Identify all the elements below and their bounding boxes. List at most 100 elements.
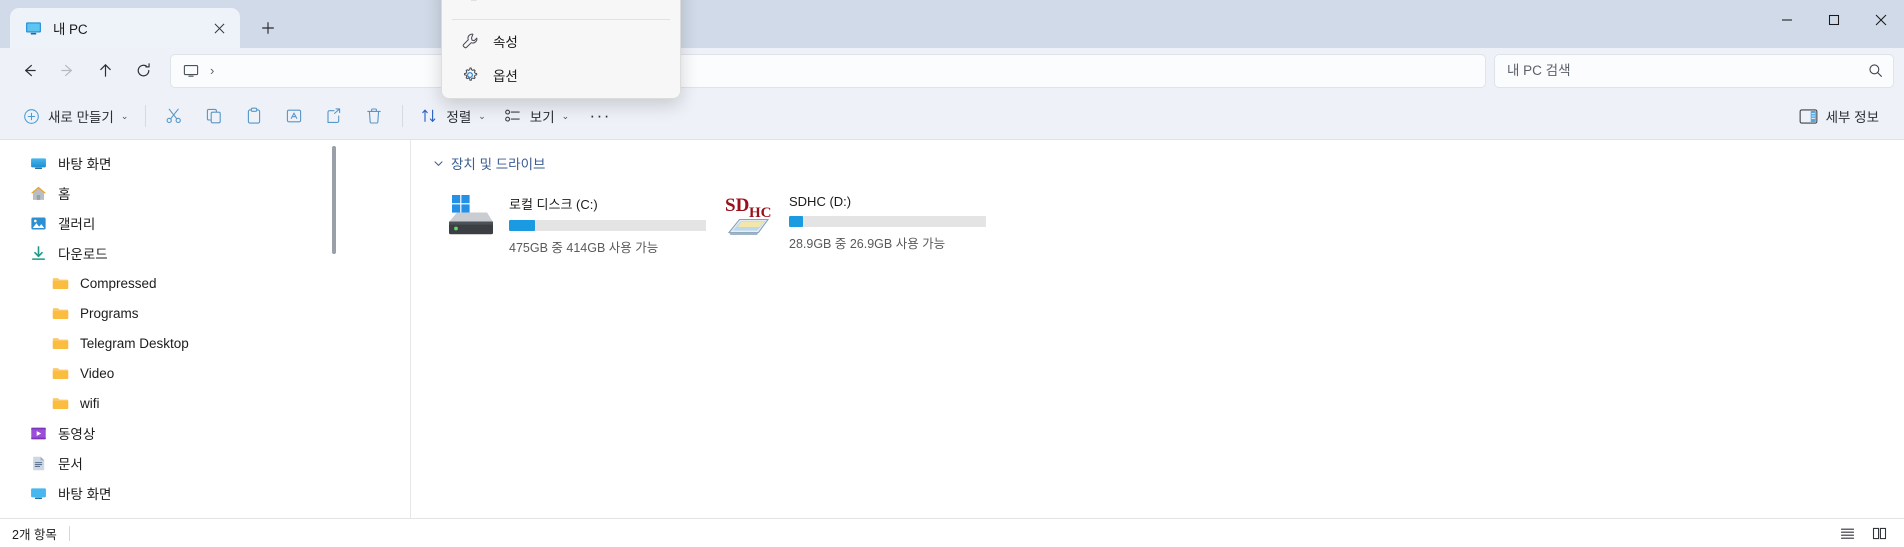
context-menu-divider <box>452 19 670 20</box>
breadcrumb-separator[interactable]: › <box>210 63 214 78</box>
sidebar-item-programs[interactable]: Programs <box>6 298 404 328</box>
drive-usage-meter <box>509 220 706 231</box>
paste-button[interactable] <box>234 100 274 133</box>
sidebar-item-gallery[interactable]: 갤러리 <box>6 208 404 238</box>
sidebar-item-wifi[interactable]: wifi <box>6 388 404 418</box>
breadcrumb-this-pc-icon[interactable] <box>181 61 201 81</box>
sidebar-item-home[interactable]: 홈 <box>6 178 404 208</box>
sort-button[interactable]: 정렬 ⌄ <box>411 100 494 133</box>
chevron-down-icon-sort: ⌄ <box>478 110 486 121</box>
partially-cut-icon <box>460 0 480 9</box>
chevron-down-icon-view: ⌄ <box>561 110 570 121</box>
cut-button[interactable] <box>154 100 194 133</box>
this-pc-icon <box>24 19 42 37</box>
up-button[interactable] <box>86 54 124 88</box>
gallery-icon <box>28 213 48 233</box>
navigation-bar: › <box>0 48 1904 93</box>
tab-label: 내 PC <box>53 22 88 37</box>
group-header-devices-and-drives[interactable]: 장치 및 드라이브 <box>425 150 1904 176</box>
drive-info-c: 로컬 디스크 (C:) 475GB 중 414GB 사용 가능 <box>509 192 707 256</box>
delete-button[interactable] <box>354 100 394 133</box>
sidebar-item-downloads[interactable]: 다운로드 <box>6 238 404 268</box>
sort-icon <box>420 107 438 125</box>
chevron-down-icon: ⌄ <box>120 110 129 121</box>
search-input[interactable] <box>1505 62 1868 79</box>
refresh-button[interactable] <box>124 54 162 88</box>
sidebar-item-documents[interactable]: 문서 <box>6 448 404 478</box>
sidebar-item-label: 바탕 화면 <box>58 157 112 172</box>
address-bar[interactable]: › <box>170 53 1486 88</box>
new-button[interactable]: 새로 만들기 ⌄ <box>14 100 137 133</box>
grid-view-icon[interactable] <box>1866 522 1892 544</box>
sidebar-item-compressed[interactable]: Compressed <box>6 268 404 298</box>
forward-button[interactable] <box>48 54 86 88</box>
explorer-body: 바탕 화면 홈 갤러리 다운로드 Compressed Programs Tel… <box>0 140 1904 518</box>
search-icon[interactable] <box>1868 63 1883 78</box>
see-more-button[interactable]: ··· <box>578 100 622 133</box>
minimize-button[interactable] <box>1763 0 1810 40</box>
context-menu-item-cutoff[interactable] <box>446 0 676 15</box>
wrench-icon <box>460 31 480 51</box>
tab-close-icon[interactable] <box>206 15 232 41</box>
sidebar-item-label: 바탕 화면 <box>58 487 112 502</box>
details-pane-button[interactable]: 세부 정보 <box>1788 100 1890 133</box>
rename-icon <box>285 107 303 125</box>
sidebar-item-telegram-desktop[interactable]: Telegram Desktop <box>6 328 404 358</box>
context-menu-item-options[interactable]: 옵션 <box>446 58 676 91</box>
toolbar-divider-2 <box>402 105 404 127</box>
sort-button-label: 정렬 <box>446 110 472 125</box>
view-icon <box>504 107 522 125</box>
back-button[interactable] <box>10 54 48 88</box>
sidebar-item-label: 문서 <box>58 457 83 472</box>
window-controls <box>1763 0 1904 48</box>
drive-name: 로컬 디스크 (C:) <box>509 197 598 212</box>
file-explorer-window: 내 PC › 내 PC 검색 새로 만들기 ⌄ 정렬 ⌄ 보기 ⌄ ··· 세부… <box>0 0 1904 547</box>
share-button[interactable] <box>314 100 354 133</box>
gear-icon <box>460 65 480 85</box>
search-box[interactable] <box>1494 53 1894 88</box>
maximize-button[interactable] <box>1810 0 1857 40</box>
sidebar-scrollbar-thumb[interactable] <box>332 146 336 254</box>
sidebar-item-videos[interactable]: 동영상 <box>6 418 404 448</box>
new-button-label: 새로 만들기 <box>48 110 114 125</box>
sidebar-item-label: 갤러리 <box>58 217 96 232</box>
close-button[interactable] <box>1857 0 1904 40</box>
status-divider <box>68 525 70 541</box>
svg-text:HC: HC <box>749 205 772 221</box>
overflow-context-menu[interactable]: 속성 옵션 <box>441 0 681 99</box>
file-list-pane[interactable]: 장치 및 드라이브 로컬 디스크 (C:) 475GB 중 414GB 사용 가… <box>411 140 1904 518</box>
sidebar-item-label: wifi <box>80 395 100 411</box>
documents-icon <box>28 453 48 473</box>
drive-item-c[interactable]: 로컬 디스크 (C:) 475GB 중 414GB 사용 가능 <box>435 186 715 262</box>
context-menu-item-properties[interactable]: 속성 <box>446 24 676 57</box>
chevron-down-icon-group[interactable] <box>433 158 444 169</box>
drive-usage-meter <box>789 216 986 227</box>
folder-icon <box>50 393 70 413</box>
sidebar-item-label: 동영상 <box>58 427 96 442</box>
title-bar: 내 PC <box>0 0 1904 48</box>
desktop-icon <box>28 483 48 503</box>
trash-icon <box>365 107 383 125</box>
drive-name: SDHC (D:) <box>789 194 852 209</box>
drive-usage-fill <box>789 216 803 227</box>
view-toggle-group <box>1834 522 1892 544</box>
sidebar-item-desktop[interactable]: 바탕 화면 <box>6 148 404 178</box>
rename-button[interactable] <box>274 100 314 133</box>
tab-strip: 내 PC <box>0 0 1763 48</box>
sidebar-item-label: Telegram Desktop <box>80 335 189 351</box>
drive-capacity-text: 475GB 중 414GB 사용 가능 <box>509 241 659 255</box>
copy-button[interactable] <box>194 100 234 133</box>
sidebar-item-video[interactable]: Video <box>6 358 404 388</box>
status-bar: 2개 항목 <box>0 518 1904 547</box>
sidebar-item-desktop-2[interactable]: 바탕 화면 <box>6 478 404 508</box>
new-tab-button[interactable] <box>250 10 286 46</box>
list-view-icon[interactable] <box>1834 522 1860 544</box>
drives-list: 로컬 디스크 (C:) 475GB 중 414GB 사용 가능 SD HC SD… <box>425 176 1904 262</box>
tab-this-pc[interactable]: 내 PC <box>10 8 240 48</box>
videos-icon <box>28 423 48 443</box>
sidebar-item-label: Programs <box>80 305 139 321</box>
home-icon <box>28 183 48 203</box>
drive-item-d[interactable]: SD HC SDHC (D:) 28.9GB 중 26.9GB 사용 가능 <box>715 186 995 262</box>
folder-icon <box>50 363 70 383</box>
view-button[interactable]: 보기 ⌄ <box>495 100 578 133</box>
